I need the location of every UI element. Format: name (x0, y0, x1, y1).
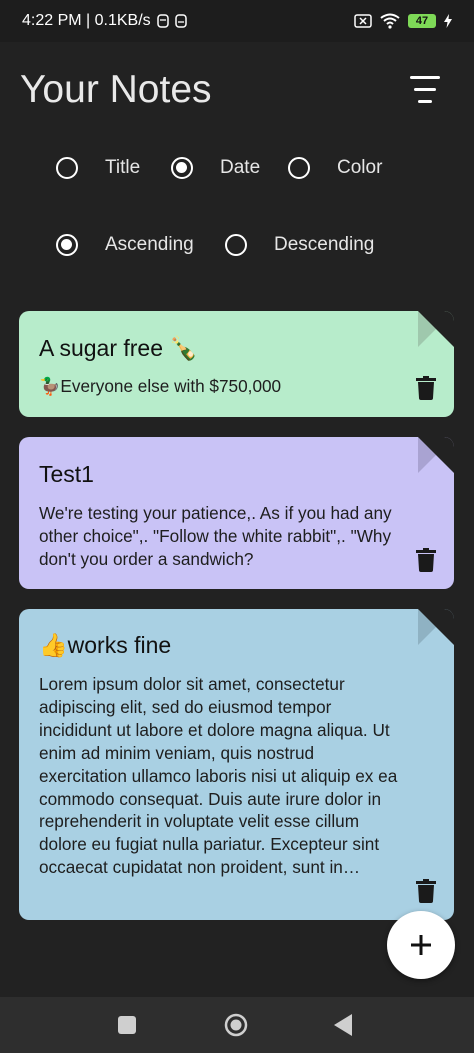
sort-by-color[interactable]: Color (288, 157, 382, 179)
home-circle-icon[interactable] (224, 1013, 248, 1037)
status-time-speed: 4:22 PM | 0.1KB/s (22, 12, 151, 29)
status-left: 4:22 PM | 0.1KB/s (22, 12, 187, 30)
recents-square-icon[interactable] (118, 1016, 136, 1034)
sort-by-row: Title Date Color (0, 148, 474, 188)
note-content: Lorem ipsum dolor sit amet, consectetur … (39, 674, 398, 878)
radio-descending[interactable] (225, 234, 247, 256)
note-fold-cut (418, 311, 454, 347)
notification-icon-2 (174, 14, 187, 28)
header: Your Notes (0, 62, 474, 122)
sort-by-date[interactable]: Date (171, 157, 260, 179)
wifi-icon (380, 13, 400, 29)
note-fold-cut (418, 437, 454, 473)
notification-icon (156, 14, 169, 28)
note-card[interactable]: 👍works fine Lorem ipsum dolor sit amet, … (19, 609, 454, 920)
note-title: Test1 (39, 461, 94, 487)
note-title: 👍works fine (39, 632, 172, 658)
note-fold-cut (418, 609, 454, 645)
note-card[interactable]: A sugar free 🍾 🦆Everyone else with $750,… (19, 311, 454, 417)
radio-title-label: Title (105, 157, 141, 178)
sort-by-title[interactable]: Title (56, 157, 140, 179)
radio-ascending[interactable] (56, 234, 78, 256)
sort-descending[interactable]: Descending (225, 234, 374, 256)
back-triangle-icon[interactable] (334, 1014, 352, 1036)
radio-color[interactable] (288, 157, 310, 179)
sort-menu-button[interactable] (407, 74, 443, 106)
radio-date-label: Date (220, 157, 261, 178)
charging-icon (444, 14, 452, 28)
system-navigation-bar (0, 997, 474, 1053)
page-title: Your Notes (20, 68, 212, 111)
radio-color-label: Color (337, 157, 383, 178)
add-note-button[interactable] (387, 911, 455, 979)
sort-menu-icon-line-3 (418, 100, 432, 103)
sort-ascending[interactable]: Ascending (56, 234, 194, 256)
radio-title[interactable] (56, 157, 78, 179)
delete-icon[interactable] (416, 548, 436, 572)
plus-icon (411, 935, 431, 955)
delete-icon[interactable] (416, 376, 436, 400)
sort-menu-icon-line-2 (414, 88, 436, 91)
note-title: A sugar free 🍾 (39, 335, 199, 361)
sort-menu-icon (410, 76, 440, 79)
battery-indicator: 47 (408, 14, 436, 28)
radio-ascending-label: Ascending (105, 234, 194, 255)
note-content: We're testing your patience,. As if you … (39, 503, 392, 569)
note-card[interactable]: Test1 We're testing your patience,. As i… (19, 437, 454, 589)
sort-direction-row: Ascending Descending (0, 225, 474, 265)
delete-icon[interactable] (416, 879, 436, 903)
no-sim-icon (354, 14, 372, 28)
note-content: 🦆Everyone else with $750,000 (39, 376, 282, 396)
status-right: 47 (354, 13, 452, 29)
status-bar: 4:22 PM | 0.1KB/s 47 (0, 0, 474, 42)
radio-descending-label: Descending (274, 234, 375, 255)
radio-date[interactable] (171, 157, 193, 179)
